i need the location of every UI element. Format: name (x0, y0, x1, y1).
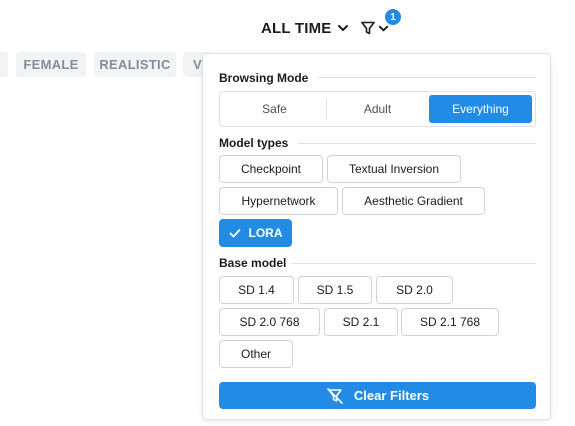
model-type-hypernetwork[interactable]: Hypernetwork (219, 187, 338, 215)
base-model-sd-2-1[interactable]: SD 2.1 (324, 308, 398, 336)
base-model-sd-1-5[interactable]: SD 1.5 (298, 276, 372, 304)
model-type-textual-inversion[interactable]: Textual Inversion (327, 155, 461, 183)
clear-filters-label: Clear Filters (353, 388, 430, 403)
model-type-lora[interactable]: LORA (219, 219, 292, 247)
chevron-down-icon (338, 25, 349, 31)
tag-chip-partial[interactable] (0, 52, 8, 77)
divider (318, 77, 536, 78)
clear-filters-button[interactable]: Clear Filters (219, 382, 536, 409)
browsing-mode-safe[interactable]: Safe (223, 95, 326, 123)
filter-icon (361, 21, 375, 35)
browsing-mode-everything[interactable]: Everything (429, 95, 532, 123)
tag-chip-female[interactable]: FEMALE (16, 52, 86, 77)
base-model-sd-2-0[interactable]: SD 2.0 (376, 276, 453, 304)
model-type-aesthetic-gradient[interactable]: Aesthetic Gradient (342, 187, 485, 215)
period-selector[interactable]: ALL TIME (261, 18, 349, 38)
filter-count-badge: 1 (385, 9, 401, 25)
filter-off-icon (327, 387, 343, 404)
base-model-other[interactable]: Other (219, 340, 293, 368)
browsing-mode-control: Safe Adult Everything (219, 91, 536, 127)
model-type-lora-label: LORA (248, 226, 283, 240)
model-types-title: Model types (219, 136, 289, 150)
tag-chip-realistic[interactable]: REALISTIC (94, 52, 176, 77)
check-icon (229, 229, 240, 238)
model-type-checkpoint[interactable]: Checkpoint (219, 155, 323, 183)
chevron-down-icon (378, 25, 389, 31)
base-model-title: Base model (219, 256, 287, 270)
divider (298, 143, 536, 144)
browsing-mode-title: Browsing Mode (219, 71, 309, 85)
browsing-mode-adult[interactable]: Adult (326, 95, 429, 123)
filter-dropdown: Browsing Mode Safe Adult Everything Mode… (202, 53, 551, 420)
period-label: ALL TIME (261, 19, 332, 37)
base-model-sd-2-0-768[interactable]: SD 2.0 768 (219, 308, 320, 336)
base-model-sd-1-4[interactable]: SD 1.4 (219, 276, 294, 304)
divider (291, 263, 536, 264)
base-model-sd-2-1-768[interactable]: SD 2.1 768 (401, 308, 499, 336)
